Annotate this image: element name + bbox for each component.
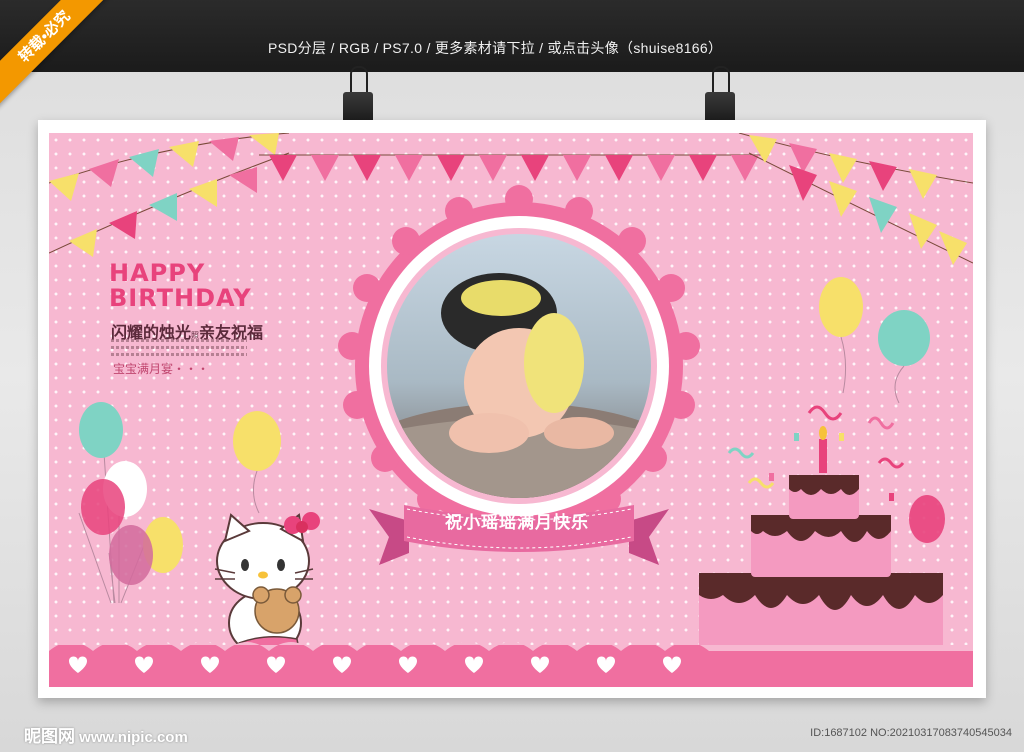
title-line-1: HAPPY	[109, 259, 206, 287]
site-watermark: 昵图网 www.nipic.com	[24, 722, 188, 747]
title-line-2: BIRTHDAY	[109, 284, 252, 312]
info-text: PSD分层 / RGB / PS7.0 / 更多素材请下拉 / 或点击头像（sh…	[268, 40, 723, 56]
birthday-cake	[699, 426, 943, 653]
top-banner: PSD分层 / RGB / PS7.0 / 更多素材请下拉 / 或点击头像（sh…	[0, 0, 1024, 72]
hello-kitty-illustration	[214, 512, 320, 668]
subtitle: 宝宝满月宴・・・	[113, 362, 210, 376]
ribbon-greeting: 祝小瑶瑶满月快乐	[445, 513, 589, 532]
site-url: www.nipic.com	[79, 729, 188, 746]
nipic-logo: 昵图网	[24, 727, 75, 746]
image-id: ID:1687102 NO:20210317083740545034	[810, 727, 1012, 739]
poster-artwork	[49, 133, 973, 687]
decorative-fine-text	[111, 339, 247, 360]
happy-birthday-title: HAPPY BIRTHDAY	[109, 261, 252, 311]
bottom-heart-border	[49, 642, 973, 687]
birthday-poster: HAPPY BIRTHDAY 闪耀的烛光照亲友祝福 宝宝满月宴・・・ 祝小瑶瑶满…	[49, 133, 973, 687]
